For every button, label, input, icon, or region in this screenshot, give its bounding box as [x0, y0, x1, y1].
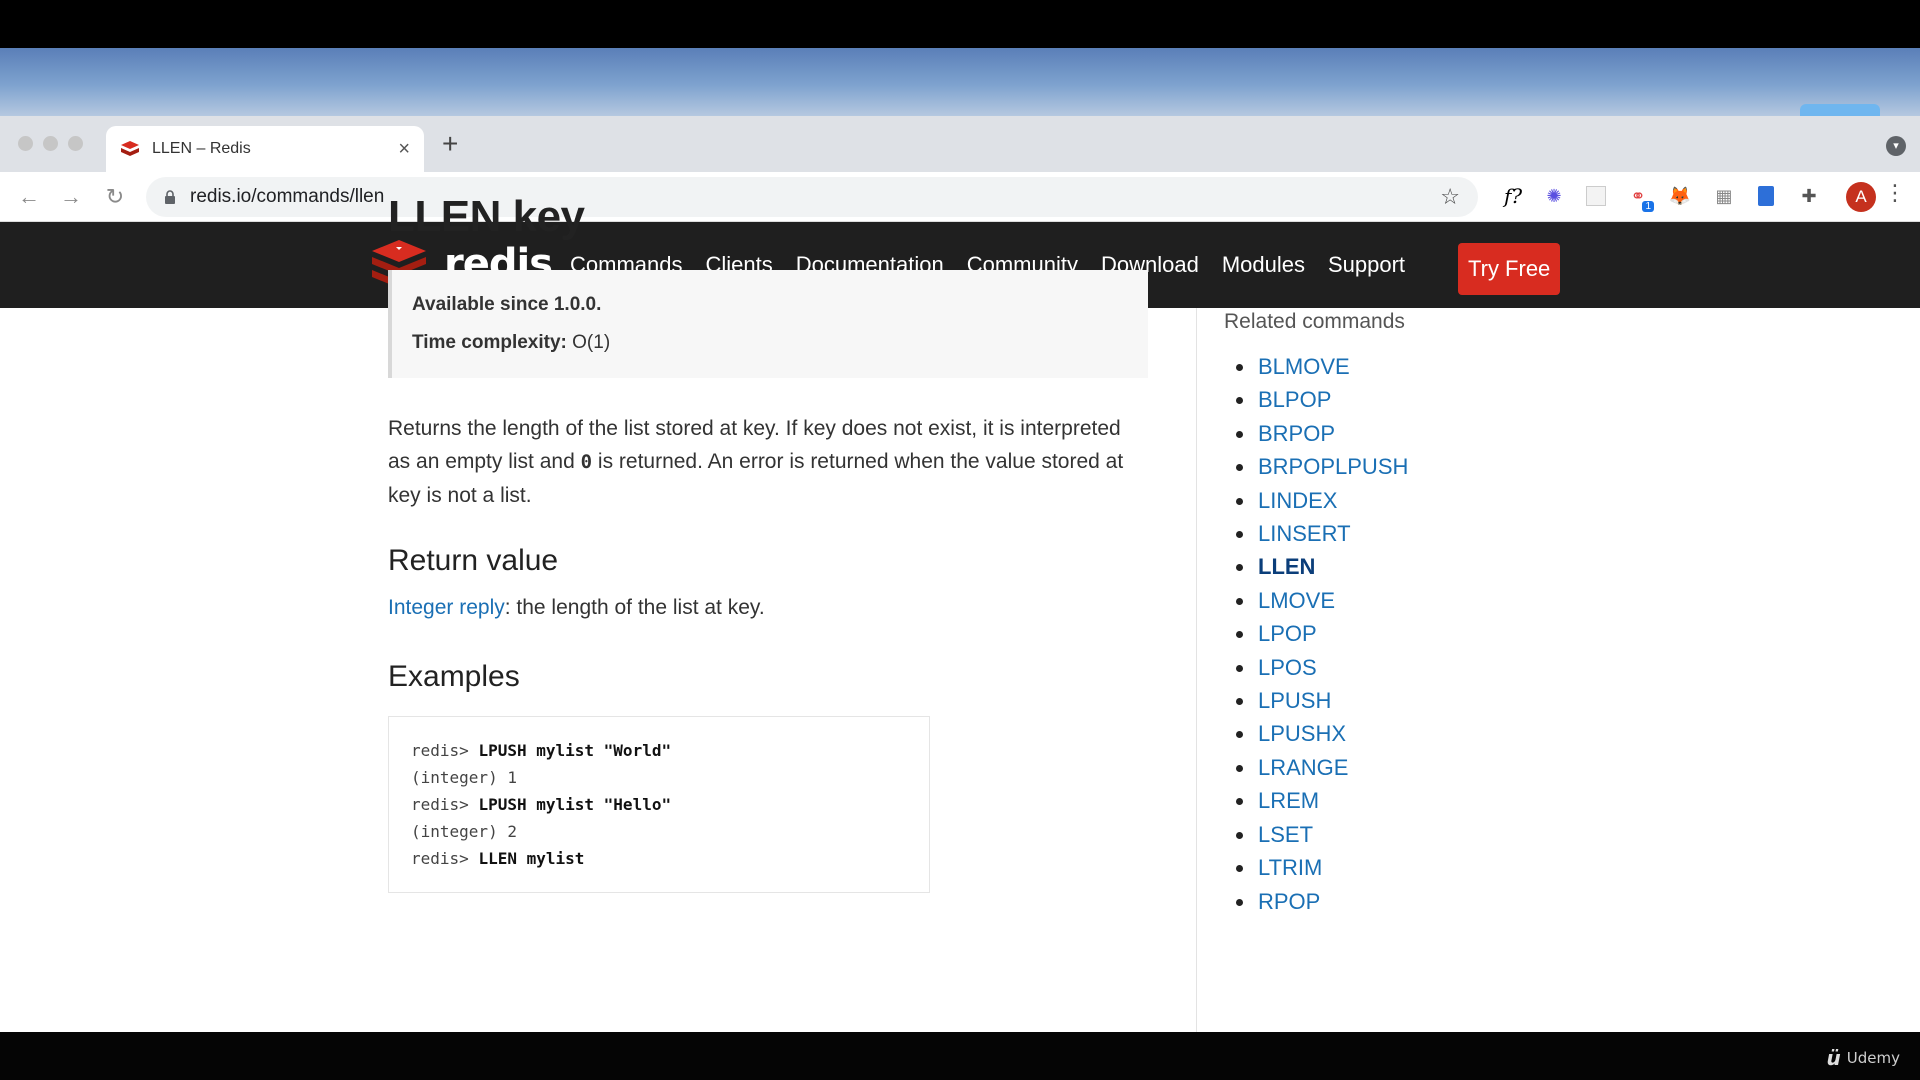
- key-token: key: [388, 484, 421, 507]
- gear-extension-icon[interactable]: ✺: [1542, 184, 1566, 208]
- network-extension-icon[interactable]: ⚭ 1: [1626, 184, 1654, 212]
- related-command-link[interactable]: LPUSH: [1258, 688, 1331, 713]
- related-command-link[interactable]: LPOP: [1258, 621, 1317, 646]
- puzzle-extensions-icon[interactable]: ✚: [1797, 184, 1821, 208]
- related-item: LLEN: [1234, 550, 1624, 583]
- integer-reply-link[interactable]: Integer reply: [388, 596, 505, 619]
- complexity-value: O(1): [572, 332, 611, 353]
- related-command-link[interactable]: LTRIM: [1258, 855, 1322, 880]
- related-item: LMOVE: [1234, 584, 1624, 617]
- related-command-link[interactable]: BLMOVE: [1258, 354, 1350, 379]
- minimize-window-button[interactable]: [43, 136, 58, 151]
- chart-extension-icon[interactable]: ▦: [1712, 184, 1736, 208]
- window-controls: [18, 136, 83, 151]
- related-command-link[interactable]: LINDEX: [1258, 488, 1337, 513]
- related-command-link[interactable]: LMOVE: [1258, 588, 1335, 613]
- related-list: BLMOVE BLPOP BRPOP BRPOPLPUSH LINDEX LINSERT L…: [1224, 350, 1624, 918]
- related-item: LTRIM: [1234, 851, 1624, 884]
- udemy-watermark: ü Udemy: [1826, 1046, 1900, 1070]
- reload-icon[interactable]: ↻: [102, 184, 128, 210]
- metamask-fox-icon[interactable]: 🦊: [1668, 184, 1692, 208]
- maximize-window-button[interactable]: [68, 136, 83, 151]
- related-item: BLPOP: [1234, 383, 1624, 416]
- related-item: LPUSHX: [1234, 717, 1624, 750]
- formula-extension-icon[interactable]: f?: [1498, 184, 1528, 208]
- related-heading: Related commands: [1224, 310, 1405, 333]
- related-item: BRPOP: [1234, 417, 1624, 450]
- tab-close-icon[interactable]: ×: [398, 138, 410, 161]
- try-free-button[interactable]: Try Free: [1458, 243, 1561, 295]
- forward-arrow-icon[interactable]: →: [58, 184, 84, 210]
- nav-modules[interactable]: Modules: [1222, 252, 1305, 278]
- available-since: Available since 1.0.0.: [412, 294, 602, 315]
- key-token: key: [803, 417, 836, 440]
- examples-heading: Examples: [388, 660, 520, 693]
- key-token: key: [742, 417, 774, 440]
- console-line: redis> LPUSH mylist "World": [411, 741, 672, 760]
- udemy-logo-icon: ü: [1826, 1046, 1841, 1070]
- desktop-folder-icon[interactable]: [1800, 104, 1880, 116]
- related-item: LPOP: [1234, 617, 1624, 650]
- related-command-link[interactable]: RPOP: [1258, 889, 1320, 914]
- letterbox-top: [0, 0, 1920, 48]
- letterbox-bottom: [0, 1032, 1920, 1080]
- related-item: BLMOVE: [1234, 350, 1624, 383]
- zero-token: 0: [580, 451, 593, 473]
- related-item: RPOP: [1234, 885, 1624, 918]
- tab-llen[interactable]: LLEN – Redis ×: [106, 126, 424, 172]
- page-title: LLEN key: [388, 192, 585, 241]
- related-item: BRPOPLPUSH: [1234, 450, 1624, 483]
- command-description: Returns the length of the list stored at…: [388, 417, 1124, 507]
- close-window-button[interactable]: [18, 136, 33, 151]
- related-item: LINSERT: [1234, 517, 1624, 550]
- tab-strip: LLEN – Redis × + ▾: [0, 116, 1920, 172]
- related-item: LSET: [1234, 818, 1624, 851]
- return-value-heading: Return value: [388, 544, 559, 577]
- console-line: redis> LPUSH mylist "Hello": [411, 795, 672, 814]
- related-command-link[interactable]: BLPOP: [1258, 387, 1331, 412]
- tab-title: LLEN – Redis: [152, 140, 251, 157]
- related-commands: Related commands BLMOVE BLPOP BRPOP BRPOPLP…: [1224, 310, 1624, 918]
- related-command-link[interactable]: LINSERT: [1258, 521, 1351, 546]
- example-console[interactable]: redis> LPUSH mylist "World" (integer) 1 …: [388, 716, 930, 893]
- related-command-link[interactable]: LREM: [1258, 788, 1319, 813]
- related-item: LRANGE: [1234, 751, 1624, 784]
- desktop-wallpaper: [0, 48, 1920, 116]
- related-command-link[interactable]: LLEN: [1258, 554, 1315, 579]
- lock-icon: [165, 190, 175, 204]
- related-command-link[interactable]: LRANGE: [1258, 755, 1348, 780]
- console-line: redis> LLEN mylist: [411, 849, 585, 868]
- bookmark-star-icon[interactable]: ☆: [1440, 184, 1460, 210]
- related-command-link[interactable]: LPOS: [1258, 655, 1317, 680]
- nav-support[interactable]: Support: [1328, 252, 1405, 278]
- related-command-link[interactable]: LSET: [1258, 822, 1313, 847]
- related-item: LPOS: [1234, 651, 1624, 684]
- related-command-link[interactable]: BRPOPLPUSH: [1258, 454, 1408, 479]
- command-content: LLEN key Available since 1.0.0. Time com…: [388, 192, 1148, 893]
- redis-favicon-icon: [121, 141, 139, 156]
- sidebar-divider: [1196, 308, 1197, 1038]
- return-value-text: Integer reply: the length of the list at…: [388, 596, 765, 619]
- browser-menu-icon[interactable]: ⋮: [1884, 180, 1906, 206]
- command-meta: Available since 1.0.0. Time complexity: …: [388, 270, 1148, 378]
- related-item: LINDEX: [1234, 484, 1624, 517]
- tab-search-icon[interactable]: ▾: [1886, 136, 1906, 156]
- bookmark-extension-icon[interactable]: [1754, 184, 1778, 208]
- blank-extension-icon[interactable]: [1584, 184, 1608, 208]
- related-command-link[interactable]: BRPOP: [1258, 421, 1335, 446]
- back-arrow-icon[interactable]: ←: [16, 184, 42, 210]
- complexity-label: Time complexity:: [412, 332, 567, 353]
- console-line: (integer) 2: [411, 822, 517, 841]
- new-tab-button[interactable]: +: [442, 128, 458, 160]
- related-item: LPUSH: [1234, 684, 1624, 717]
- console-line: (integer) 1: [411, 768, 517, 787]
- related-command-link[interactable]: LPUSHX: [1258, 721, 1346, 746]
- profile-avatar[interactable]: A: [1846, 182, 1876, 212]
- related-item: LREM: [1234, 784, 1624, 817]
